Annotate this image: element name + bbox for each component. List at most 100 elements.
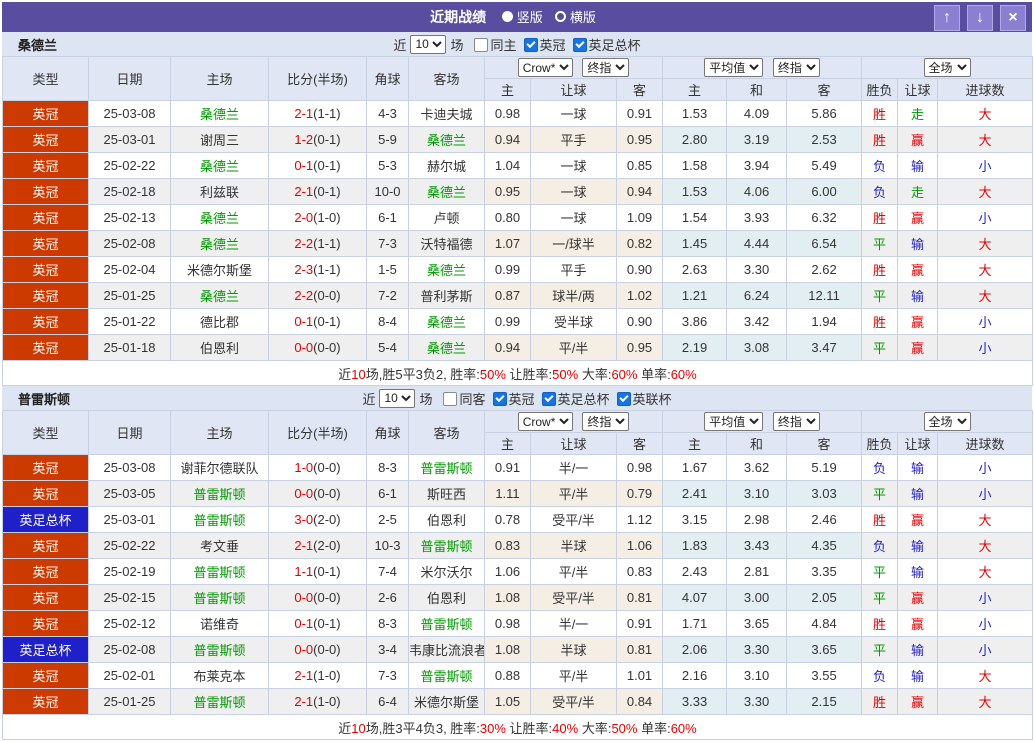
- home-team: 桑德兰: [171, 101, 269, 127]
- close-icon[interactable]: ×: [1000, 5, 1026, 31]
- avg-stage-select[interactable]: 终指: [773, 58, 820, 77]
- corner-count: 5-3: [367, 153, 409, 179]
- checkbox-label[interactable]: 英联杯: [633, 392, 672, 407]
- away-team: 斯旺西: [409, 481, 485, 507]
- result-handicap: 输: [898, 663, 938, 689]
- result-handicap: 赢: [898, 611, 938, 637]
- col-score: 比分(半场): [269, 57, 367, 101]
- odds-handicap: 平/半: [531, 663, 617, 689]
- odds-handicap: 半/一: [531, 455, 617, 481]
- odds-home: 0.83: [485, 533, 531, 559]
- avg-away: 2.46: [787, 507, 862, 533]
- move-down-icon[interactable]: ↓: [967, 5, 993, 31]
- radio-horizontal[interactable]: [555, 11, 566, 22]
- odds-home: 1.05: [485, 689, 531, 715]
- avg-type-select[interactable]: 平均值: [704, 412, 763, 431]
- avg-away: 12.11: [787, 283, 862, 309]
- avg-draw: 3.10: [727, 663, 787, 689]
- layout-radio-group: 竖版 横版: [502, 7, 604, 26]
- match-date: 25-02-22: [89, 533, 171, 559]
- match-score: 2-1(1-0): [269, 663, 367, 689]
- recent-count-select[interactable]: 10: [410, 35, 446, 54]
- match-date: 25-02-04: [89, 257, 171, 283]
- odds-home: 0.98: [485, 611, 531, 637]
- checkbox-checked-icon[interactable]: [542, 392, 556, 406]
- odds-handicap: 受平/半: [531, 585, 617, 611]
- odds-handicap: 受平/半: [531, 689, 617, 715]
- match-score: 0-0(0-0): [269, 585, 367, 611]
- checkbox-checked-icon[interactable]: [573, 38, 587, 52]
- checkbox-label[interactable]: 英冠: [509, 392, 535, 407]
- odds-handicap: 受平/半: [531, 507, 617, 533]
- away-team: 伯恩利: [409, 585, 485, 611]
- result-wdl: 胜: [862, 309, 898, 335]
- league-badge: 英冠: [3, 455, 89, 481]
- radio-vertical-label[interactable]: 竖版: [517, 7, 543, 26]
- avg-selects: 平均值 终指: [663, 411, 862, 433]
- avg-draw: 2.81: [727, 559, 787, 585]
- away-team: 韦康比流浪者: [409, 637, 485, 663]
- result-goals: 大: [938, 179, 1033, 205]
- home-team: 布莱克本: [171, 663, 269, 689]
- scope-select[interactable]: 全场: [924, 412, 971, 431]
- team-name: 普雷斯顿: [18, 389, 70, 408]
- match-date: 25-02-12: [89, 611, 171, 637]
- radio-horizontal-label[interactable]: 横版: [570, 7, 596, 26]
- odds-stage-select[interactable]: 终指: [582, 412, 629, 431]
- league-badge: 英冠: [3, 127, 89, 153]
- avg-home: 2.06: [663, 637, 727, 663]
- corner-count: 7-3: [367, 231, 409, 257]
- col-result-wdl: 胜负: [862, 433, 898, 455]
- avg-draw: 3.00: [727, 585, 787, 611]
- checkbox-checked-icon[interactable]: [617, 392, 631, 406]
- odds-handicap: 一球: [531, 101, 617, 127]
- avg-stage-select[interactable]: 终指: [773, 412, 820, 431]
- col-avg-draw: 和: [727, 433, 787, 455]
- checkbox-checked-icon[interactable]: [493, 392, 507, 406]
- scope-select[interactable]: 全场: [924, 58, 971, 77]
- avg-type-select[interactable]: 平均值: [704, 58, 763, 77]
- odds-source-select[interactable]: Crow*: [518, 58, 573, 77]
- league-badge: 英冠: [3, 309, 89, 335]
- radio-vertical-selected[interactable]: [502, 11, 513, 22]
- checkbox-label[interactable]: 英足总杯: [589, 38, 641, 53]
- checkbox-unchecked-icon[interactable]: [443, 392, 457, 406]
- move-up-icon[interactable]: ↑: [934, 5, 960, 31]
- odds-handicap: 平手: [531, 257, 617, 283]
- match-score: 2-2(0-0): [269, 283, 367, 309]
- odds-stage-select[interactable]: 终指: [582, 58, 629, 77]
- checkbox-label[interactable]: 英冠: [540, 38, 566, 53]
- checkbox-checked-icon[interactable]: [524, 38, 538, 52]
- corner-count: 7-4: [367, 559, 409, 585]
- odds-away: 1.09: [617, 205, 663, 231]
- corner-count: 4-3: [367, 101, 409, 127]
- match-date: 25-02-08: [89, 637, 171, 663]
- match-score: 1-2(0-1): [269, 127, 367, 153]
- match-date: 25-02-15: [89, 585, 171, 611]
- odds-home: 1.06: [485, 559, 531, 585]
- league-badge: 英冠: [3, 257, 89, 283]
- checkbox-label[interactable]: 英足总杯: [558, 392, 610, 407]
- match-row: 英冠25-02-18利兹联2-1(0-1)10-0桑德兰0.95一球0.941.…: [3, 179, 1033, 205]
- avg-home: 4.07: [663, 585, 727, 611]
- odds-away: 0.90: [617, 309, 663, 335]
- checkbox-unchecked-icon[interactable]: [474, 38, 488, 52]
- checkbox-label[interactable]: 同客: [459, 392, 485, 407]
- recent-label: 近: [362, 389, 375, 408]
- checkbox-label[interactable]: 同主: [490, 38, 516, 53]
- avg-away: 3.47: [787, 335, 862, 361]
- recent-count-select[interactable]: 10: [379, 389, 415, 408]
- avg-draw: 3.08: [727, 335, 787, 361]
- away-team: 卡迪夫城: [409, 101, 485, 127]
- result-goals: 小: [938, 637, 1033, 663]
- home-team: 诺维奇: [171, 611, 269, 637]
- recent-label: 近: [393, 35, 406, 54]
- odds-source-select[interactable]: Crow*: [518, 412, 573, 431]
- away-team: 米尔沃尔: [409, 559, 485, 585]
- avg-away: 2.05: [787, 585, 862, 611]
- odds-home: 0.91: [485, 455, 531, 481]
- result-handicap: 输: [898, 481, 938, 507]
- result-handicap: 赢: [898, 205, 938, 231]
- league-badge: 英冠: [3, 585, 89, 611]
- recent-results-panel: 近期战绩 竖版 横版 ↑ ↓ × 桑德兰 近 10 场 同主英冠英足总杯: [2, 2, 1032, 740]
